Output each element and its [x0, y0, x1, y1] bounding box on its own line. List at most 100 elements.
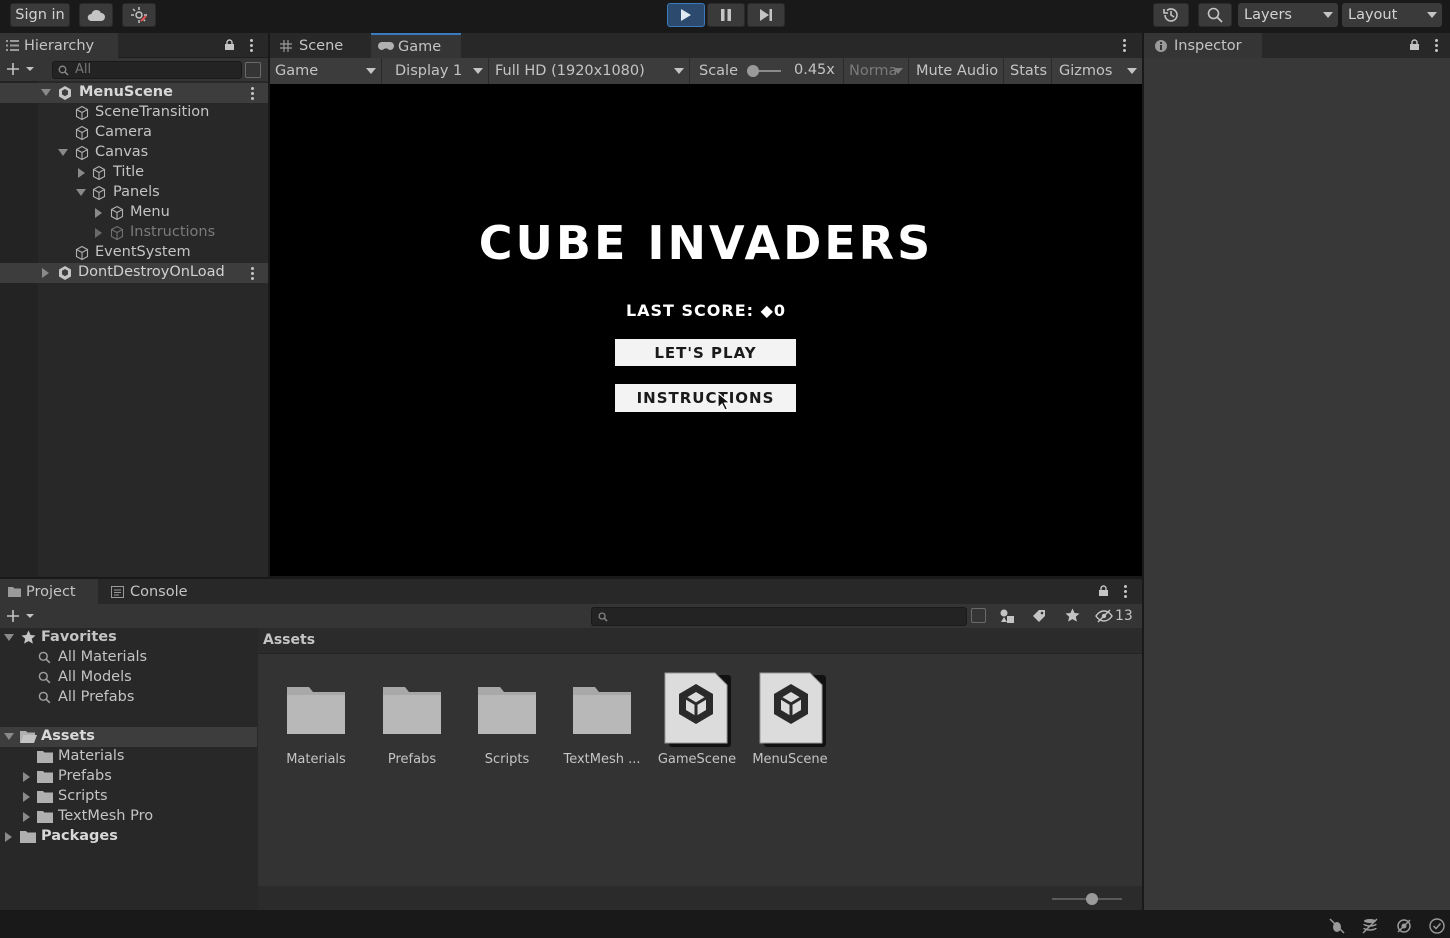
more-options-icon[interactable]: [1435, 39, 1438, 52]
cloud-button[interactable]: [79, 3, 113, 27]
hierarchy-item-camera[interactable]: Camera: [0, 123, 268, 143]
foldout-collapsed-icon[interactable]: [42, 268, 49, 278]
tab-project[interactable]: Project: [0, 579, 98, 604]
tab-hierarchy[interactable]: Hierarchy: [0, 33, 118, 58]
tree-item-scripts[interactable]: Scripts: [0, 787, 257, 807]
star-icon[interactable]: [1065, 608, 1080, 623]
hierarchy-search-input[interactable]: All: [52, 61, 242, 79]
hierarchy-item-dontdestroyonload[interactable]: DontDestroyOnLoad: [0, 263, 268, 283]
cache-server-icon[interactable]: [1362, 918, 1378, 934]
more-options-icon[interactable]: [1123, 39, 1126, 52]
foldout-collapsed-icon[interactable]: [23, 792, 30, 802]
more-options-icon[interactable]: [1124, 585, 1127, 598]
mute-audio-label: Mute Audio: [916, 63, 999, 79]
foldout-collapsed-icon[interactable]: [23, 772, 30, 782]
asset-item-label: MenuScene: [752, 752, 828, 767]
foldout-collapsed-icon[interactable]: [23, 812, 30, 822]
step-button[interactable]: [747, 3, 785, 27]
foldout-expanded-icon[interactable]: [76, 189, 86, 196]
favorite-item[interactable]: All Models: [0, 668, 257, 688]
instructions-button[interactable]: INSTRUCTIONS: [615, 384, 796, 412]
search-icon: [38, 651, 51, 664]
lock-icon[interactable]: [1098, 585, 1109, 596]
favorites-header[interactable]: Favorites: [0, 628, 257, 648]
inspector-content: [1144, 58, 1450, 910]
foldout-collapsed-icon[interactable]: [95, 208, 102, 218]
foldout-expanded-icon[interactable]: [4, 733, 14, 740]
hierarchy-item-canvas[interactable]: Canvas: [0, 143, 268, 163]
lock-icon[interactable]: [224, 39, 235, 50]
game-mode-dropdown[interactable]: Game: [270, 58, 382, 84]
tab-game[interactable]: Game: [371, 33, 461, 58]
sign-in-button[interactable]: Sign in: [10, 3, 70, 27]
search-button[interactable]: [1198, 3, 1232, 27]
asset-item[interactable]: TextMesh ...: [554, 683, 650, 773]
play-focus-dropdown[interactable]: Norma: [845, 58, 909, 84]
hidden-packages-toggle[interactable]: 13: [1095, 606, 1139, 626]
chevron-down-icon: [1427, 12, 1437, 18]
layers-dropdown[interactable]: Layers: [1238, 3, 1338, 27]
hierarchy-item-menuscene[interactable]: MenuScene: [0, 83, 268, 103]
layout-dropdown[interactable]: Layout: [1342, 3, 1442, 27]
tree-item-label: Materials: [58, 748, 125, 764]
hierarchy-item-panels[interactable]: Panels: [0, 183, 268, 203]
hierarchy-item-scenetransition[interactable]: SceneTransition: [0, 103, 268, 123]
tab-inspector[interactable]: Inspector: [1144, 33, 1262, 58]
hierarchy-item-eventsystem[interactable]: EventSystem: [0, 243, 268, 263]
foldout-collapsed-icon[interactable]: [95, 228, 102, 238]
mute-audio-toggle[interactable]: Mute Audio: [910, 58, 1004, 84]
folder-icon: [37, 811, 53, 823]
checkmark-icon[interactable]: [1429, 918, 1445, 934]
label-tag-icon[interactable]: [1032, 609, 1046, 623]
foldout-expanded-icon[interactable]: [58, 149, 68, 156]
foldout-collapsed-icon[interactable]: [78, 168, 85, 178]
tree-item-prefabs[interactable]: Prefabs: [0, 767, 257, 787]
tree-item-textmesh-pro[interactable]: TextMesh Pro: [0, 807, 257, 827]
search-by-type-icon[interactable]: [245, 62, 261, 78]
search-by-type-icon[interactable]: [971, 608, 986, 623]
foldout-expanded-icon[interactable]: [41, 89, 51, 96]
game-viewport[interactable]: CUBE INVADERS LAST SCORE: ◆0 LET'S PLAY …: [270, 84, 1142, 576]
asset-item[interactable]: GameScene: [649, 671, 745, 773]
create-asset-button[interactable]: [6, 608, 38, 625]
icon-size-slider-thumb[interactable]: [1086, 893, 1098, 905]
tree-item-assets[interactable]: Assets: [0, 727, 257, 747]
history-button[interactable]: [1153, 3, 1189, 27]
display-dropdown[interactable]: Display 1: [383, 58, 489, 84]
favorite-item[interactable]: All Prefabs: [0, 688, 257, 708]
hierarchy-item-instructions[interactable]: Instructions: [0, 223, 268, 243]
project-search-input[interactable]: [591, 607, 967, 626]
lock-icon[interactable]: [1409, 39, 1420, 50]
breadcrumb-assets[interactable]: Assets: [263, 632, 315, 648]
scale-slider-thumb[interactable]: [747, 65, 759, 77]
more-options-icon[interactable]: [250, 39, 253, 52]
hierarchy-item-title[interactable]: Title: [0, 163, 268, 183]
stats-toggle[interactable]: Stats: [1005, 58, 1052, 84]
collab-button[interactable]: [122, 3, 156, 27]
hierarchy-item-menu[interactable]: Menu: [0, 203, 268, 223]
gizmos-dropdown[interactable]: Gizmos: [1053, 58, 1142, 84]
lets-play-button[interactable]: LET'S PLAY: [615, 339, 796, 366]
asset-item[interactable]: Scripts: [459, 683, 555, 773]
asset-item[interactable]: Materials: [268, 683, 364, 773]
foldout-expanded-icon[interactable]: [4, 634, 14, 641]
display-label: Display 1: [395, 63, 463, 79]
asset-item[interactable]: MenuScene: [742, 671, 838, 773]
foldout-collapsed-icon[interactable]: [5, 832, 12, 842]
filter-by-type-icon[interactable]: [1000, 609, 1015, 623]
favorite-item[interactable]: All Materials: [0, 648, 257, 668]
pause-button[interactable]: [707, 3, 745, 27]
search-icon: [38, 691, 51, 704]
auto-generate-lighting-icon[interactable]: [1396, 918, 1412, 934]
tab-console[interactable]: Console: [102, 579, 202, 604]
tree-item-materials[interactable]: Materials: [0, 747, 257, 767]
debug-off-icon[interactable]: [1329, 918, 1345, 934]
more-options-icon[interactable]: [251, 267, 254, 280]
asset-item[interactable]: Prefabs: [364, 683, 460, 773]
play-button[interactable]: [667, 3, 705, 27]
more-options-icon[interactable]: [251, 87, 254, 100]
tab-scene[interactable]: Scene: [270, 33, 370, 58]
resolution-dropdown[interactable]: Full HD (1920x1080): [490, 58, 690, 84]
create-button[interactable]: [6, 61, 38, 78]
tree-item-packages[interactable]: Packages: [0, 827, 257, 847]
